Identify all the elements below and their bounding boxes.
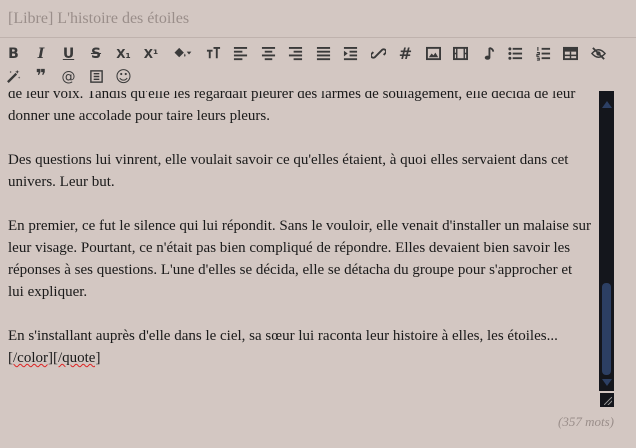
- paint-bucket-icon: [174, 47, 192, 58]
- magic-wand-button[interactable]: [2, 65, 25, 88]
- strikethrough-button[interactable]: S: [85, 42, 108, 65]
- music-button[interactable]: [477, 42, 500, 65]
- align-left-button[interactable]: [229, 42, 252, 65]
- hide-button[interactable]: [587, 42, 610, 65]
- text-size-icon: [206, 46, 220, 59]
- bullet-list-button[interactable]: [504, 42, 527, 65]
- video-button[interactable]: [449, 42, 472, 65]
- spoiler-icon: [89, 70, 103, 83]
- editor-content[interactable]: de leur voix. Tandis qu'elle les regarda…: [0, 91, 599, 409]
- magic-wand-icon: [7, 69, 21, 83]
- table-icon: [563, 46, 578, 61]
- title-input[interactable]: [8, 0, 628, 38]
- paragraph: Des questions lui vinrent, elle voulait …: [8, 152, 569, 190]
- scroll-thumb[interactable]: [602, 283, 611, 375]
- film-icon: [453, 46, 468, 61]
- closing-tags: [/color][/quote]: [8, 350, 101, 366]
- link-button[interactable]: [367, 42, 390, 65]
- image-icon: [425, 46, 441, 61]
- align-right-button[interactable]: [284, 42, 307, 65]
- align-right-icon: [288, 46, 303, 61]
- word-count: (357 mots): [558, 414, 614, 429]
- mention-button[interactable]: @: [57, 65, 80, 88]
- subscript-button[interactable]: X₁: [112, 42, 135, 65]
- link-icon: [370, 48, 386, 59]
- superscript-button[interactable]: X¹: [140, 42, 163, 65]
- align-left-icon: [233, 46, 248, 61]
- align-center-button[interactable]: [257, 42, 280, 65]
- underline-button[interactable]: U: [57, 42, 80, 65]
- hashtag-button[interactable]: #: [394, 42, 417, 65]
- font-size-button[interactable]: [202, 42, 225, 65]
- numbered-list-icon: [535, 46, 550, 61]
- bold-button[interactable]: B: [2, 42, 25, 65]
- indent-icon: [343, 46, 358, 61]
- editor-toolbar: B I U S X₁ X¹ # ❞ @ ☺: [0, 39, 636, 91]
- image-button[interactable]: [422, 42, 445, 65]
- justify-button[interactable]: [312, 42, 335, 65]
- eye-slash-icon: [590, 47, 606, 60]
- music-note-icon: [484, 46, 494, 60]
- scroll-down-arrow-icon[interactable]: [602, 379, 612, 386]
- resize-grip-icon[interactable]: [600, 393, 614, 407]
- editor-scrollbar[interactable]: [599, 91, 614, 391]
- emoji-button[interactable]: ☺: [112, 65, 135, 88]
- spoiler-button[interactable]: [85, 65, 108, 88]
- indent-button[interactable]: [339, 42, 362, 65]
- justify-icon: [316, 46, 330, 61]
- align-center-icon: [261, 46, 275, 61]
- numbered-list-button[interactable]: [532, 42, 555, 65]
- table-button[interactable]: [559, 42, 582, 65]
- paragraph: de leur voix. Tandis qu'elle les regarda…: [8, 91, 576, 124]
- paragraph: En premier, ce fut le silence qui lui ré…: [8, 218, 592, 300]
- title-bar: [0, 0, 636, 38]
- quote-button[interactable]: ❞: [30, 65, 53, 88]
- bullet-list-icon: [508, 47, 523, 60]
- paragraph: En s'installant auprès d'elle dans le ci…: [8, 328, 558, 344]
- scroll-up-arrow-icon[interactable]: [602, 101, 612, 108]
- italic-button[interactable]: I: [30, 42, 53, 65]
- fill-color-button[interactable]: [167, 42, 197, 65]
